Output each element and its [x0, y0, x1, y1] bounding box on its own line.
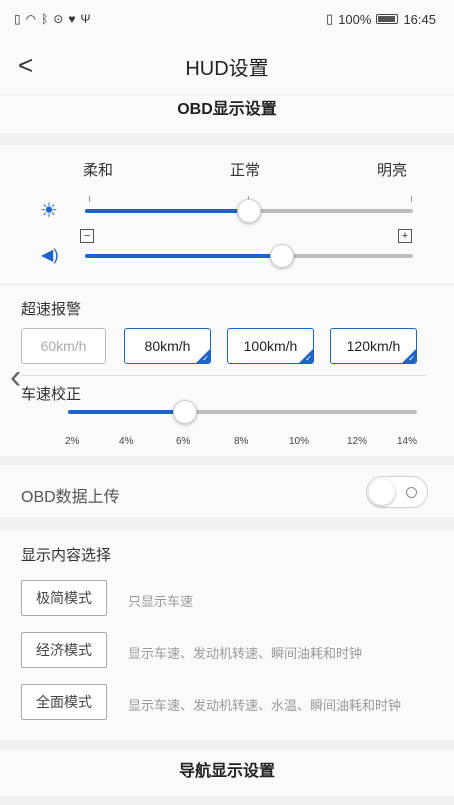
display-content-panel: 显示内容选择 极简模式 只显示车速 经济模式 显示车速、发动机转速、瞬间油耗和时… — [0, 530, 454, 740]
calibration-tick: 2% — [65, 436, 80, 447]
vibrate-icon: ▯ — [326, 11, 334, 26]
heart-icon: ♥ — [68, 12, 76, 26]
calibration-fill — [68, 410, 185, 414]
location-icon: ⊙ — [53, 12, 64, 26]
calibration-tick: 8% — [234, 436, 249, 447]
brightness-label-soft: 柔和 — [83, 162, 114, 179]
speaker-icon: ◀) — [41, 247, 59, 264]
check-icon: ✓ — [202, 354, 209, 363]
speed-option-100[interactable]: 100km/h ✓ — [227, 328, 314, 364]
sun-icon: ☀ — [40, 200, 58, 222]
status-icons: ▯ ◠ ᛒ ⊙ ♥ Ψ — [14, 12, 91, 26]
battery-percent: 100% — [338, 11, 372, 27]
calibration-tick: 6% — [176, 436, 191, 447]
mode-button-minimal[interactable]: 极简模式 — [21, 580, 107, 616]
calibration-tick: 14% — [397, 436, 418, 447]
brightness-label-bright: 明亮 — [377, 162, 408, 179]
display-content-label: 显示内容选择 — [21, 547, 112, 564]
speed-option-label: 60km/h — [40, 338, 87, 354]
brightness-tick — [89, 196, 90, 202]
speed-option-label: 120km/h — [346, 338, 401, 354]
speed-alarm-label: 超速报警 — [21, 301, 82, 318]
calibration-tick: 12% — [347, 436, 368, 447]
page-title: HUD设置 — [185, 57, 269, 80]
mode-desc-full: 显示车速、发动机转速、水温、瞬间油耗和时钟 — [128, 698, 402, 713]
usb-icon: Ψ — [80, 12, 91, 26]
volume-fill — [85, 254, 282, 258]
app-header: < HUD设置 — [0, 38, 454, 94]
wifi-icon: ◠ — [25, 12, 37, 26]
speed-option-label: 100km/h — [243, 338, 298, 354]
volume-minus-button[interactable]: − — [80, 229, 94, 243]
speed-panel: 超速报警 60km/h 80km/h ✓ 100km/h ✓ 120km/h ✓… — [0, 286, 454, 456]
obd-upload-label: OBD数据上传 — [21, 489, 120, 506]
clock: 16:45 — [403, 11, 436, 27]
speed-option-60[interactable]: 60km/h — [21, 328, 106, 364]
status-right: ▯ 100% 16:45 — [326, 11, 436, 27]
toggle-off-icon — [406, 487, 417, 498]
status-bar: ▯ ◠ ᛒ ⊙ ♥ Ψ ▯ 100% 16:45 — [0, 0, 454, 38]
mode-button-full[interactable]: 全面模式 — [21, 684, 107, 720]
brightness-fill — [85, 209, 249, 213]
mode-desc-economy: 显示车速、发动机转速、瞬间油耗和时钟 — [128, 646, 363, 661]
volume-plus-button[interactable]: + — [398, 229, 412, 243]
obd-section-title: OBD显示设置 — [0, 95, 454, 133]
speed-option-120[interactable]: 120km/h ✓ — [330, 328, 417, 364]
obd-upload-toggle[interactable] — [366, 476, 428, 508]
brightness-knob[interactable] — [237, 199, 261, 223]
back-button[interactable]: < — [18, 52, 46, 80]
check-icon: ✓ — [408, 354, 415, 363]
check-icon: ✓ — [305, 354, 312, 363]
nav-section-title: 导航显示设置 — [0, 750, 454, 796]
mode-desc-minimal: 只显示车速 — [128, 594, 194, 609]
obd-upload-row: OBD数据上传 — [0, 465, 454, 517]
mode-button-economy[interactable]: 经济模式 — [21, 632, 107, 668]
brightness-tick — [411, 196, 412, 202]
calibration-tick: 4% — [119, 436, 134, 447]
calibration-tick: 10% — [289, 436, 310, 447]
volume-knob[interactable] — [270, 244, 294, 268]
floating-back-arrow-icon[interactable]: ‹ — [10, 360, 21, 394]
toggle-knob — [369, 479, 395, 505]
bluetooth-icon: ᛒ — [41, 12, 49, 26]
sim-icon: ▯ — [14, 12, 21, 26]
divider — [21, 375, 425, 376]
speed-calibration-label: 车速校正 — [21, 386, 82, 403]
speed-option-80[interactable]: 80km/h ✓ — [124, 328, 211, 364]
speed-option-label: 80km/h — [144, 338, 191, 354]
brightness-volume-panel: 柔和 正常 明亮 ☀ − + ◀) — [0, 145, 454, 283]
battery-icon — [376, 14, 399, 24]
calibration-knob[interactable] — [173, 400, 197, 424]
brightness-label-normal: 正常 — [230, 162, 261, 179]
